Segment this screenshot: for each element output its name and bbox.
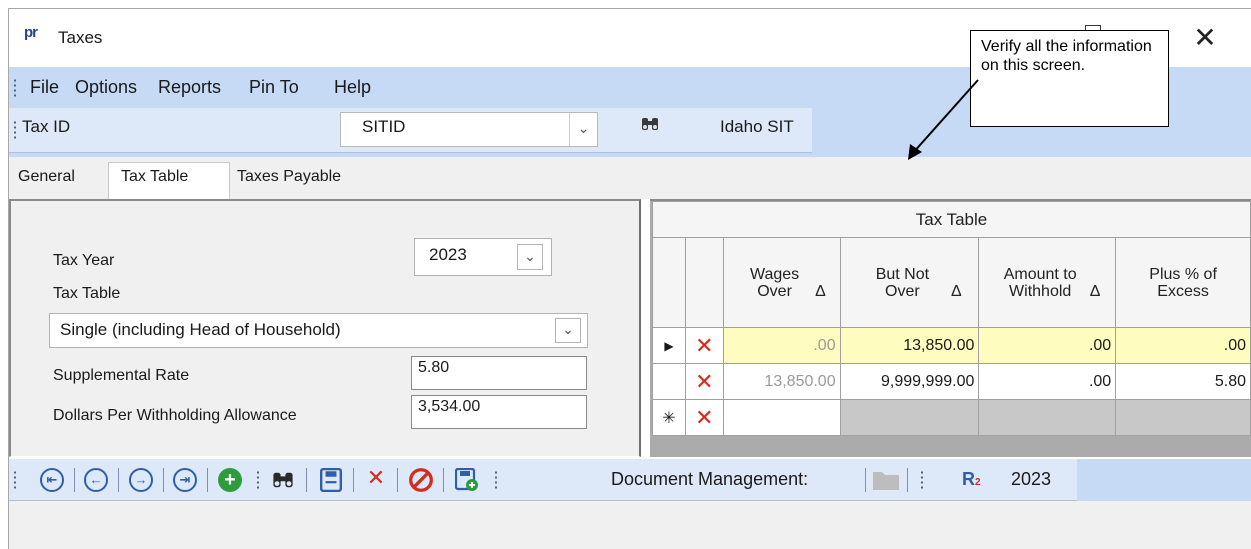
new-row[interactable]: ✳ ✕ bbox=[652, 399, 1251, 436]
report-icon[interactable]: R2 bbox=[962, 469, 981, 490]
cell-wages-over[interactable]: .00 bbox=[722, 327, 841, 364]
toolbar-grip-icon[interactable] bbox=[494, 470, 498, 490]
binoculars-icon[interactable] bbox=[640, 114, 660, 134]
next-record-icon[interactable]: → bbox=[129, 468, 153, 492]
menu-grip-icon[interactable] bbox=[13, 78, 17, 98]
tax-table-grid: Tax Table Wages Over Δ But Not Over Δ Am… bbox=[652, 201, 1251, 436]
tab-general[interactable]: General bbox=[18, 168, 75, 186]
table-row[interactable]: ✕ 13,850.00 9,999,999.00 .00 5.80 bbox=[652, 363, 1251, 400]
tab-tax-table[interactable]: Tax Table bbox=[121, 168, 188, 186]
taxid-value: SITID bbox=[362, 117, 406, 136]
menu-options[interactable]: Options bbox=[75, 77, 137, 98]
menu-pin-to[interactable]: Pin To bbox=[249, 77, 299, 98]
cell-amount-to-withhold[interactable]: .00 bbox=[978, 363, 1117, 400]
chevron-down-icon[interactable]: ⌄ bbox=[555, 318, 581, 343]
cell-but-not-over[interactable]: 13,850.00 bbox=[839, 327, 980, 364]
toolbar-grip-icon[interactable] bbox=[13, 470, 17, 490]
toolbar-grip-icon[interactable] bbox=[256, 470, 260, 490]
dollars-allowance-field[interactable]: 3,534.00 bbox=[411, 395, 587, 429]
grid-row-header-col bbox=[652, 237, 686, 328]
column-amount-to-withhold[interactable]: Amount to Withhold Δ bbox=[978, 237, 1117, 328]
app-logo: pr bbox=[24, 24, 38, 41]
taxid-grip-icon[interactable] bbox=[13, 120, 17, 140]
cell-but-not-over[interactable]: 9,999,999.00 bbox=[839, 363, 980, 400]
column-wages-over[interactable]: Wages Over Δ bbox=[722, 237, 841, 328]
separator bbox=[207, 468, 208, 492]
bottom-toolbar-inner bbox=[9, 459, 1077, 501]
toolbar-grip-icon[interactable] bbox=[920, 470, 924, 490]
tax-year-select[interactable]: 2023 ⌄ bbox=[414, 238, 552, 276]
delete-row-icon[interactable]: ✕ bbox=[684, 363, 724, 400]
column-but-not-over[interactable]: But Not Over Δ bbox=[839, 237, 980, 328]
table-row[interactable]: ▶ ✕ .00 13,850.00 .00 .00 bbox=[652, 327, 1251, 364]
cancel-icon[interactable] bbox=[408, 467, 434, 493]
first-record-icon[interactable]: ⇤ bbox=[40, 468, 64, 492]
tab-taxes-payable[interactable]: Taxes Payable bbox=[237, 168, 341, 186]
save-icon[interactable] bbox=[320, 468, 342, 492]
callout-arrow bbox=[908, 79, 979, 160]
separator bbox=[74, 468, 75, 492]
toolbar-year: 2023 bbox=[1011, 469, 1052, 489]
callout-note: Verify all the information on this scree… bbox=[970, 30, 1169, 127]
separator bbox=[163, 468, 164, 492]
document-management-label: Document Management: bbox=[611, 469, 809, 489]
delete-record-icon[interactable]: ✕ bbox=[363, 467, 389, 489]
cell-plus-pct-excess bbox=[1115, 399, 1251, 436]
separator bbox=[353, 468, 354, 492]
cell-wages-over[interactable]: 13,850.00 bbox=[722, 363, 841, 400]
folder-icon[interactable] bbox=[872, 469, 900, 491]
status-bar bbox=[9, 501, 1251, 549]
sort-icon: Δ bbox=[950, 282, 962, 300]
cell-amount-to-withhold bbox=[978, 399, 1117, 436]
separator bbox=[397, 468, 398, 492]
sort-icon: Δ bbox=[1089, 282, 1101, 300]
sort-icon: Δ bbox=[815, 282, 826, 300]
tax-name: Idaho SIT bbox=[720, 117, 794, 136]
tax-table-label: Tax Table bbox=[53, 285, 121, 302]
binoculars-icon[interactable] bbox=[270, 468, 296, 492]
previous-record-icon[interactable]: ← bbox=[84, 468, 108, 492]
cell-plus-pct-excess[interactable]: .00 bbox=[1115, 327, 1251, 364]
cell-amount-to-withhold[interactable]: .00 bbox=[978, 327, 1117, 364]
close-button[interactable]: ✕ bbox=[1185, 20, 1225, 60]
window-title: Taxes bbox=[58, 28, 103, 47]
menu-help[interactable]: Help bbox=[334, 77, 371, 98]
current-row-icon: ▶ bbox=[652, 327, 686, 364]
separator bbox=[865, 468, 866, 492]
supplemental-rate-label: Supplemental Rate bbox=[53, 367, 190, 384]
menu-file[interactable]: File bbox=[30, 77, 59, 98]
new-row-icon: ✳ bbox=[652, 399, 686, 436]
delete-row-icon[interactable]: ✕ bbox=[684, 399, 724, 436]
cell-plus-pct-excess[interactable]: 5.80 bbox=[1115, 363, 1251, 400]
column-plus-pct-excess[interactable]: Plus % of Excess bbox=[1115, 237, 1251, 328]
taxid-label: Tax ID bbox=[22, 117, 71, 136]
separator bbox=[118, 468, 119, 492]
row-header bbox=[652, 363, 686, 400]
grid-delete-col bbox=[684, 237, 724, 328]
grid-title: Tax Table bbox=[652, 201, 1251, 238]
cell-wages-over[interactable] bbox=[722, 399, 841, 436]
tax-year-label: Tax Year bbox=[53, 252, 115, 269]
chevron-down-icon[interactable]: ⌄ bbox=[517, 244, 543, 270]
tax-table-value: Single (including Head of Household) bbox=[60, 320, 341, 339]
cell-but-not-over bbox=[839, 399, 980, 436]
tax-table-select[interactable]: Single (including Head of Household) ⌄ bbox=[49, 313, 588, 348]
delete-row-icon[interactable]: ✕ bbox=[684, 327, 724, 364]
separator bbox=[306, 468, 307, 492]
supplemental-rate-field[interactable]: 5.80 bbox=[411, 356, 587, 390]
separator bbox=[443, 468, 444, 492]
dollars-allowance-label: Dollars Per Withholding Allowance bbox=[53, 407, 297, 424]
save-new-icon[interactable] bbox=[455, 468, 479, 492]
chevron-down-icon[interactable]: ⌄ bbox=[569, 113, 597, 146]
last-record-icon[interactable]: ⇥ bbox=[173, 468, 197, 492]
add-record-icon[interactable]: + bbox=[218, 468, 242, 492]
tax-year-value: 2023 bbox=[429, 245, 467, 264]
menu-reports[interactable]: Reports bbox=[158, 77, 221, 98]
separator bbox=[907, 468, 908, 492]
